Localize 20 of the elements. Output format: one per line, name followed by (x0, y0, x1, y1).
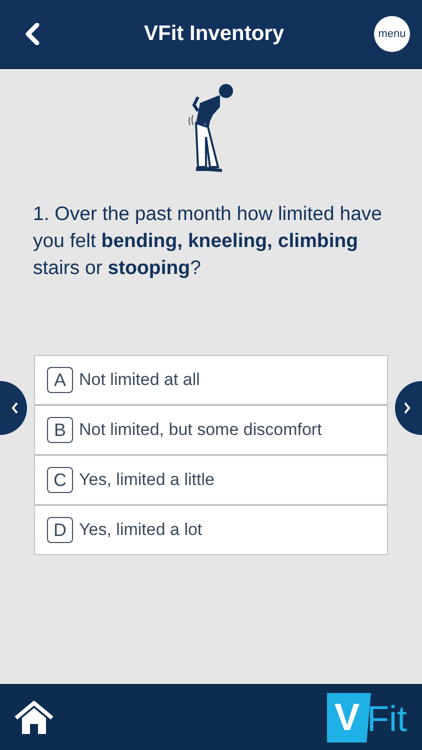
window-title: VFit Inventory (144, 21, 284, 48)
chevron-right-icon (403, 401, 411, 415)
answer-option[interactable]: B Not limited, but some discomfort (35, 406, 387, 454)
option-text: Yes, limited a little (79, 469, 214, 492)
answer-option[interactable]: D Yes, limited a lot (35, 506, 387, 554)
menu-button[interactable]: menu (374, 16, 410, 52)
question-text: 1. Over the past month how limited have you felt bending, kneeling, climbing stairs or stooping? (32, 202, 384, 281)
option-text: Not limited at all (79, 369, 200, 392)
option-letter: D (47, 517, 73, 543)
answer-option[interactable]: A Not limited at all (35, 356, 387, 404)
option-letter: A (47, 367, 73, 393)
chevron-left-icon (11, 401, 19, 415)
option-letter: C (47, 467, 73, 493)
option-letter: B (47, 417, 73, 443)
vfit-logo: V Fit (327, 692, 407, 742)
back-icon (24, 23, 40, 45)
answer-option[interactable]: C Yes, limited a little (35, 456, 387, 504)
home-icon (14, 700, 54, 736)
option-text: Not limited, but some discomfort (79, 419, 322, 442)
option-text: Yes, limited a lot (79, 519, 202, 542)
